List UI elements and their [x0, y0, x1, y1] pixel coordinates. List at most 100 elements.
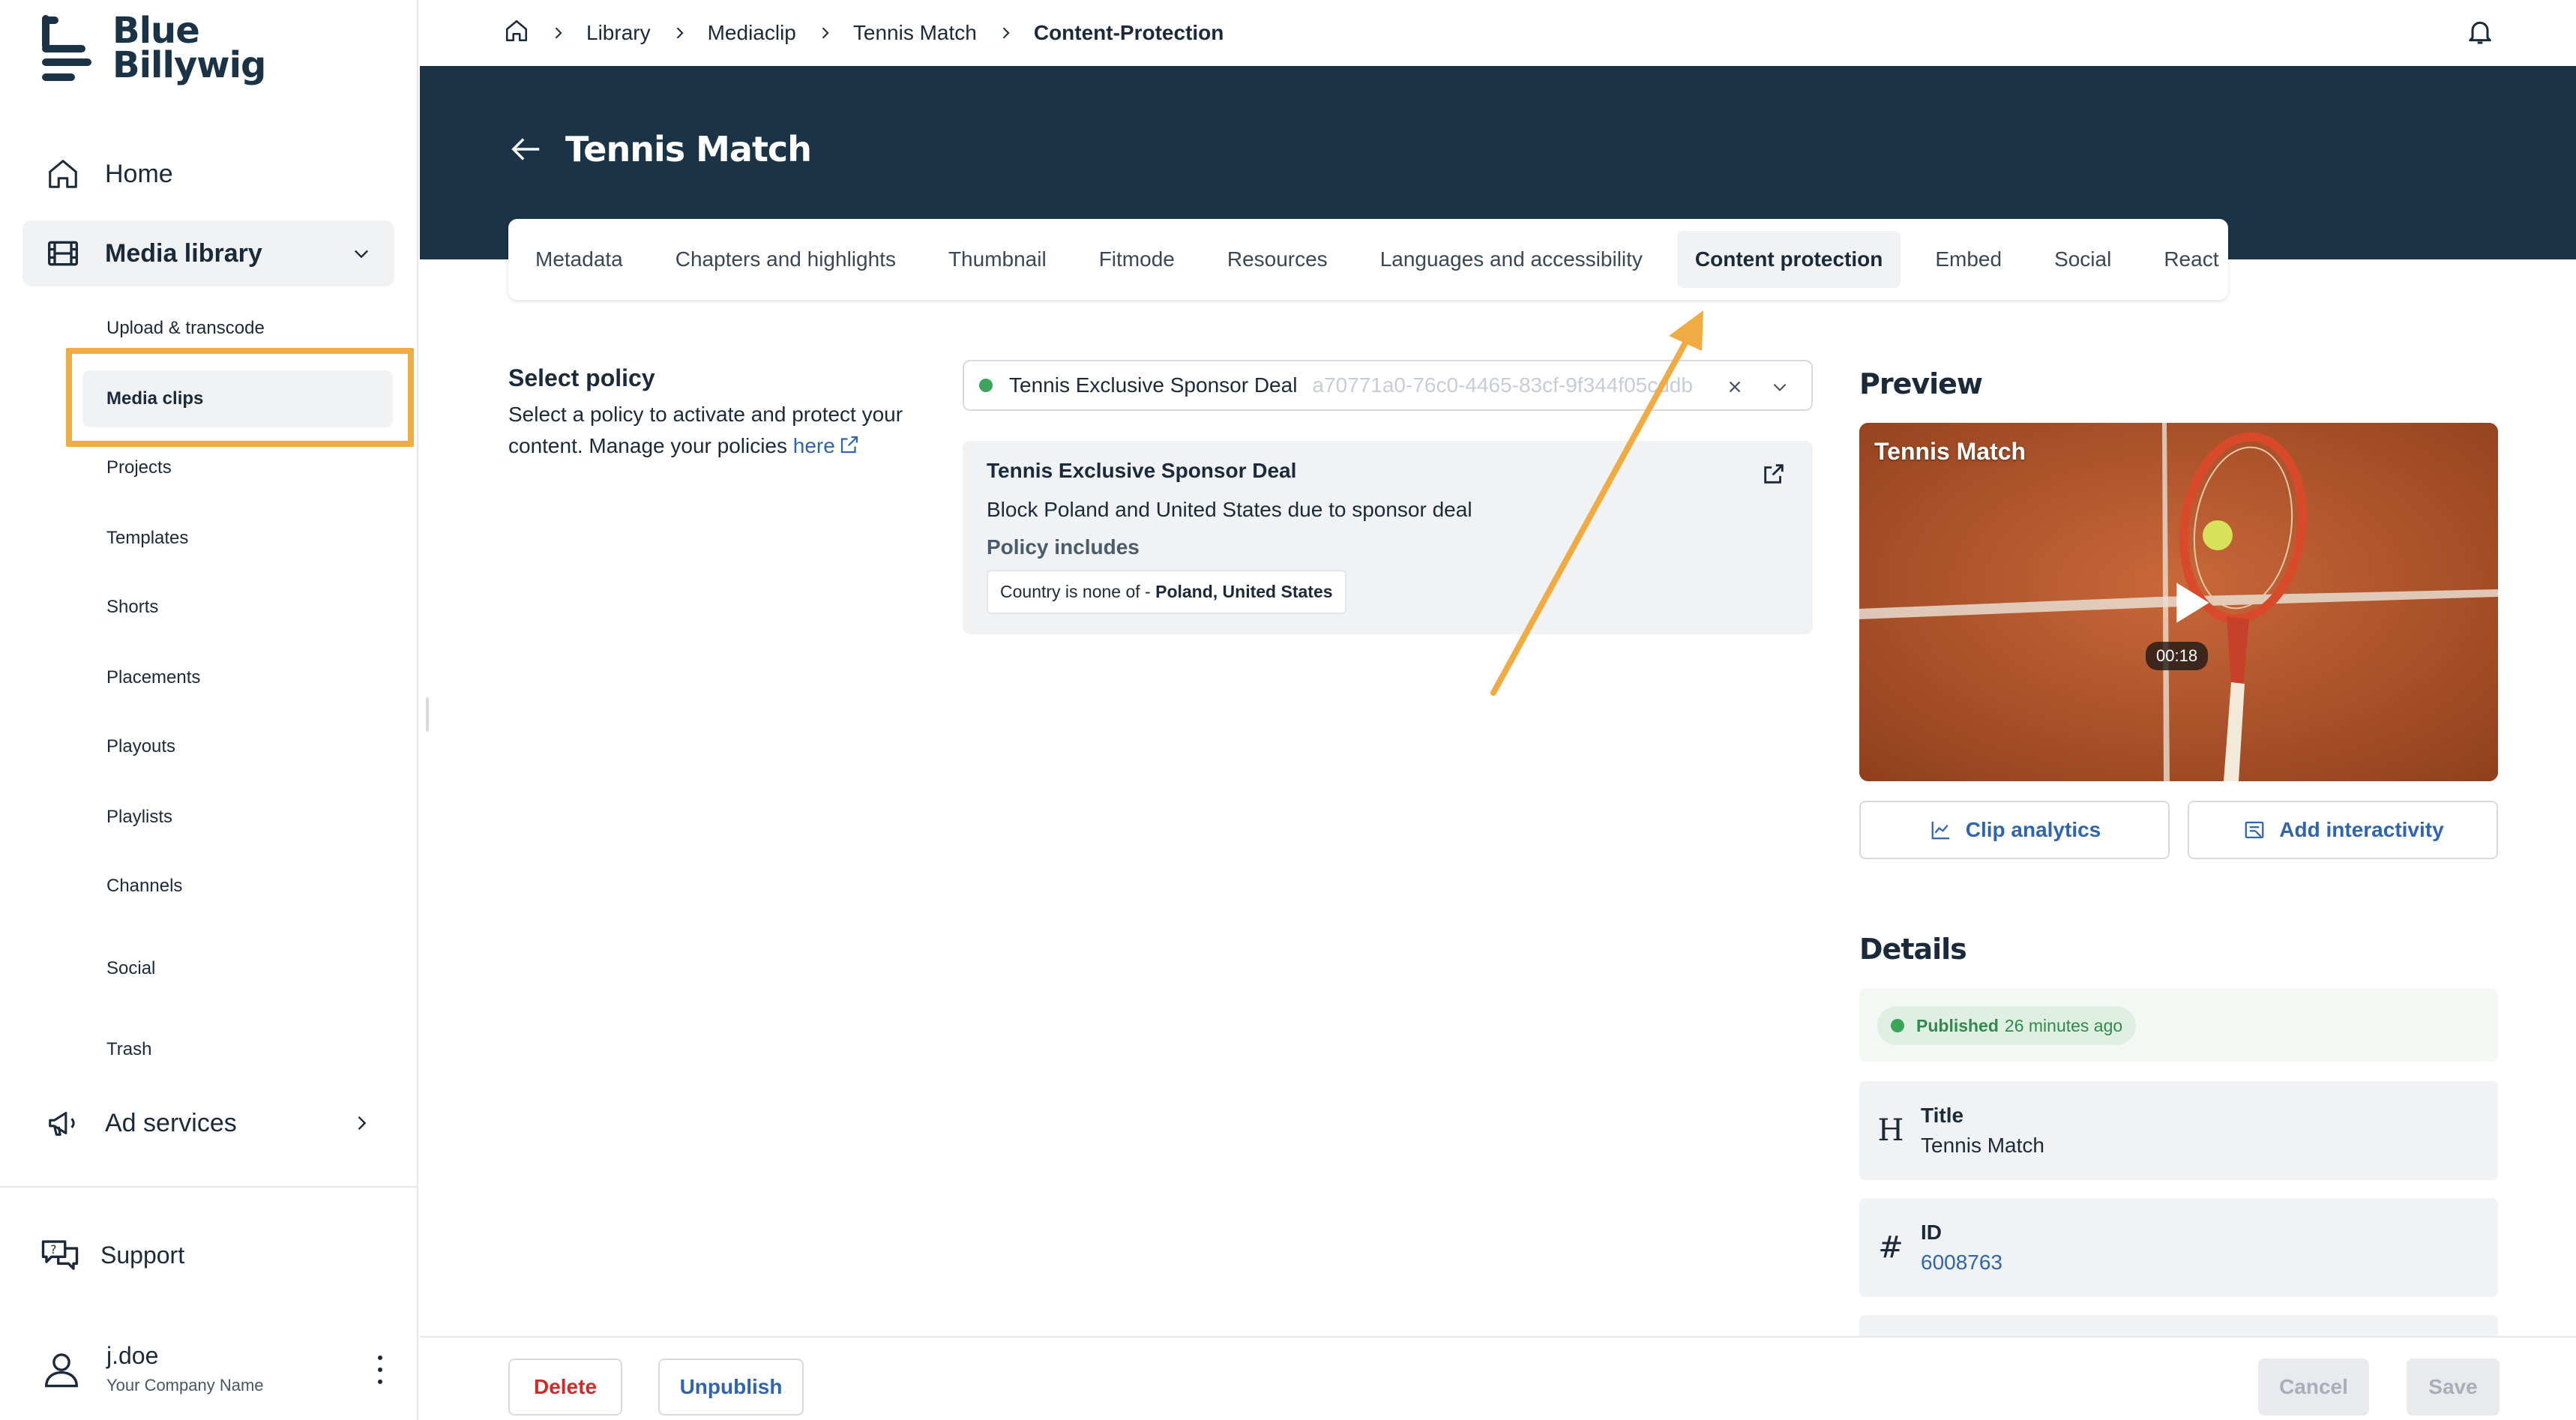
- policy-card-name: Tennis Exclusive Sponsor Deal: [987, 459, 1297, 482]
- detail-title-row[interactable]: H Title Tennis Match: [1859, 1081, 2498, 1180]
- chevron-right-icon: [817, 25, 832, 40]
- nav-media-library[interactable]: Media library: [22, 220, 394, 286]
- details-title: Details: [1859, 933, 1967, 966]
- sidebar-item-projects[interactable]: Projects: [82, 439, 393, 496]
- clip-analytics-label: Clip analytics: [1965, 818, 2101, 841]
- status-badge: Published 26 minutes ago: [1877, 1006, 2137, 1045]
- sidebar-item-trash[interactable]: Trash: [82, 1021, 393, 1078]
- nav-ad-services[interactable]: Ad services: [22, 1090, 394, 1156]
- user-avatar-icon: [39, 1347, 84, 1392]
- tab-fitmode[interactable]: Fitmode: [1081, 231, 1193, 288]
- play-icon[interactable]: [2159, 573, 2219, 633]
- video-title: Tennis Match: [1874, 438, 2026, 465]
- film-icon: [43, 234, 82, 273]
- sidebar-resize-handle[interactable]: [426, 697, 429, 732]
- nav-media-library-label: Media library: [105, 238, 262, 268]
- status-dot: [979, 379, 993, 392]
- user-menu[interactable]: j.doe Your Company Name: [39, 1342, 391, 1395]
- breadcrumb-clip[interactable]: Tennis Match: [853, 21, 977, 45]
- published-dot: [1891, 1019, 1904, 1032]
- publish-status-row: Published 26 minutes ago: [1859, 988, 2498, 1062]
- delete-button[interactable]: Delete: [508, 1359, 622, 1416]
- policy-description: Select a policy to activate and protect …: [508, 403, 903, 457]
- policy-section-title: Select policy: [508, 364, 655, 391]
- external-link-icon[interactable]: [838, 433, 861, 456]
- add-interactivity-button[interactable]: Add interactivity: [2188, 801, 2498, 859]
- highlight-annotation-box: [66, 348, 414, 447]
- logo-mark-icon: [42, 12, 96, 81]
- sidebar-item-channels[interactable]: Channels: [82, 858, 393, 915]
- notifications-bell-icon[interactable]: [2462, 13, 2498, 49]
- video-preview[interactable]: Tennis Match 00:18: [1859, 423, 2498, 781]
- heading-icon: H: [1877, 1113, 1904, 1148]
- add-interactivity-label: Add interactivity: [2279, 818, 2444, 841]
- unpublish-button[interactable]: Unpublish: [658, 1359, 804, 1416]
- sidebar: Blue Billywig Home Media library Upload …: [0, 0, 418, 1420]
- sidebar-item-shorts[interactable]: Shorts: [82, 579, 393, 636]
- sidebar-item-playouts[interactable]: Playouts: [82, 718, 393, 775]
- detail-title-label: Title: [1921, 1104, 1964, 1127]
- clear-selection-icon[interactable]: [1720, 372, 1750, 402]
- save-button[interactable]: Save: [2407, 1359, 2500, 1416]
- back-arrow-icon[interactable]: [508, 131, 544, 167]
- breadcrumb-home-icon[interactable]: [504, 18, 529, 49]
- status-time: 26 minutes ago: [2004, 1015, 2123, 1035]
- sidebar-divider: [0, 1186, 417, 1188]
- chevron-down-icon[interactable]: [345, 237, 378, 270]
- tab-resources[interactable]: Resources: [1209, 231, 1346, 288]
- chart-line-icon: [1928, 817, 1954, 843]
- nav-support-label: Support: [100, 1241, 185, 1269]
- tab-thumbnail[interactable]: Thumbnail: [930, 231, 1065, 288]
- chevron-right-icon[interactable]: [345, 1107, 378, 1140]
- page-title: Tennis Match: [565, 129, 812, 169]
- tab-languages-accessibility[interactable]: Languages and accessibility: [1362, 231, 1661, 288]
- tab-react[interactable]: React: [2146, 231, 2236, 288]
- policy-rule-chip: Country is none of - Poland, United Stat…: [987, 570, 1346, 614]
- topbar: Library Mediaclip Tennis Match Content-P…: [420, 0, 2576, 66]
- more-options-icon[interactable]: [369, 1351, 391, 1389]
- breadcrumb-mediaclip[interactable]: Mediaclip: [708, 21, 796, 45]
- policy-select[interactable]: Tennis Exclusive Sponsor Deal a70771a0-7…: [963, 360, 1813, 411]
- home-icon: [43, 154, 82, 193]
- breadcrumb-library[interactable]: Library: [586, 21, 651, 45]
- detail-id-value[interactable]: 6008763: [1921, 1251, 2002, 1275]
- cancel-button[interactable]: Cancel: [2258, 1359, 2369, 1416]
- tab-chapters-highlights[interactable]: Chapters and highlights: [657, 231, 914, 288]
- manage-policies-link[interactable]: here: [793, 434, 835, 457]
- breadcrumb: Library Mediaclip Tennis Match Content-P…: [504, 18, 1224, 49]
- svg-text:?: ?: [50, 1242, 56, 1257]
- hash-icon: #: [1878, 1230, 1904, 1265]
- chevron-right-icon: [998, 25, 1013, 40]
- tab-content-protection[interactable]: Content protection: [1676, 231, 1901, 288]
- chevron-down-icon[interactable]: [1765, 372, 1795, 402]
- page-header: Tennis Match: [508, 129, 812, 169]
- status-text: Published: [1916, 1015, 1999, 1035]
- clip-analytics-button[interactable]: Clip analytics: [1859, 801, 2170, 859]
- chevron-right-icon: [672, 25, 687, 40]
- open-external-icon[interactable]: [1759, 459, 1789, 489]
- nav-home[interactable]: Home: [22, 141, 394, 207]
- tab-metadata[interactable]: Metadata: [517, 231, 641, 288]
- nav-support[interactable]: ? Support: [37, 1233, 184, 1278]
- policy-includes-label: Policy includes: [987, 535, 1140, 559]
- detail-id-label: ID: [1921, 1221, 1942, 1244]
- policy-card-description: Block Poland and United States due to sp…: [987, 498, 1472, 521]
- brand-wordmark: Blue Billywig: [112, 10, 266, 86]
- megaphone-icon: [43, 1104, 82, 1143]
- detail-title-value: Tennis Match: [1921, 1134, 2044, 1157]
- brand-logo[interactable]: Blue Billywig: [42, 10, 266, 87]
- sidebar-item-playlists[interactable]: Playlists: [82, 789, 393, 846]
- sidebar-item-placements[interactable]: Placements: [82, 649, 393, 706]
- nav-ad-services-label: Ad services: [105, 1108, 237, 1137]
- tab-social[interactable]: Social: [2036, 231, 2129, 288]
- selected-policy-id: a70771a0-76c0-4465-83cf-9f344f05cddb: [1312, 373, 1693, 397]
- support-chat-icon: ?: [37, 1233, 82, 1278]
- tab-embed[interactable]: Embed: [1917, 231, 2020, 288]
- user-name: j.doe: [106, 1342, 159, 1369]
- tab-bar: Metadata Chapters and highlights Thumbna…: [508, 219, 2228, 300]
- nav-home-label: Home: [105, 159, 173, 188]
- video-duration: 00:18: [2146, 642, 2209, 670]
- sidebar-item-social[interactable]: Social: [82, 940, 393, 997]
- sidebar-item-templates[interactable]: Templates: [82, 510, 393, 567]
- detail-id-row[interactable]: # ID 6008763: [1859, 1198, 2498, 1297]
